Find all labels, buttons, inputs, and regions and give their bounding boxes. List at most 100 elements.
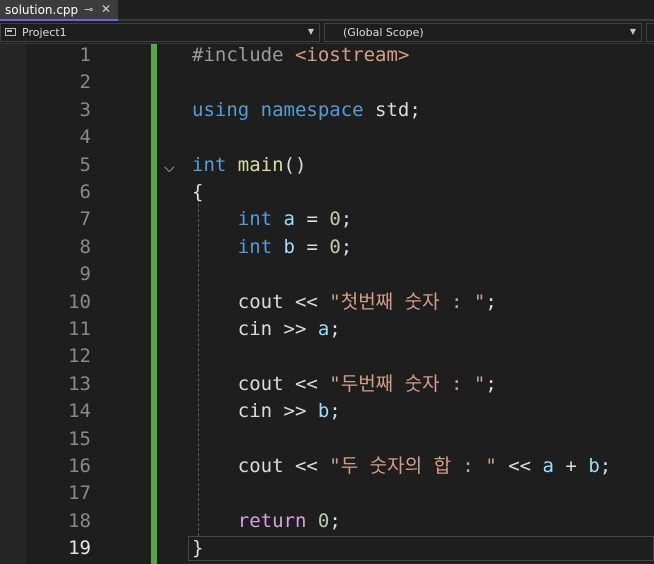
- code-line[interactable]: 4: [0, 124, 654, 151]
- line-number: 14: [68, 400, 91, 423]
- code-token-keyword: using: [192, 98, 250, 121]
- code-token-string: <iostream>: [294, 44, 410, 66]
- code-line[interactable]: 9: [0, 261, 654, 288]
- code-token-keyword: namespace: [260, 98, 364, 121]
- code-line[interactable]: 16 cout << "두 숫자의 합 : " << a + b;: [0, 453, 654, 480]
- code-line[interactable]: 2: [0, 69, 654, 96]
- code-line[interactable]: 15: [0, 426, 654, 453]
- code-line[interactable]: 5 int main(): [0, 152, 654, 179]
- code-token-text: cout <<: [192, 455, 330, 477]
- tab-solution-cpp[interactable]: solution.cpp ⊸ ✕: [0, 0, 118, 21]
- code-text: }: [192, 535, 203, 562]
- line-number: 9: [79, 263, 91, 286]
- line-number: 7: [79, 208, 91, 231]
- code-text: {: [192, 179, 203, 206]
- line-number: 3: [79, 98, 91, 121]
- line-number: 19: [68, 537, 91, 560]
- code-token-text: ;: [329, 318, 341, 340]
- line-number: 6: [79, 181, 91, 203]
- close-icon[interactable]: ✕: [101, 2, 111, 16]
- tab-label: solution.cpp: [5, 3, 79, 17]
- member-dropdown[interactable]: [646, 23, 654, 42]
- project-name: Project1: [22, 26, 67, 39]
- code-token-text: ;: [340, 208, 353, 231]
- code-text: return 0;: [192, 508, 341, 535]
- line-number: 8: [79, 235, 91, 258]
- code-text: cout << "두 숫자의 합 : " << a + b;: [192, 453, 611, 480]
- code-token-text: cin >>: [192, 318, 318, 340]
- code-line[interactable]: 1 #include <iostream>: [0, 44, 654, 69]
- code-token-variable: b: [283, 235, 295, 258]
- project-icon: [5, 28, 16, 36]
- code-token-text: cout <<: [192, 290, 330, 313]
- chevron-down-icon: ▼: [629, 27, 636, 36]
- scope-name: (Global Scope): [343, 26, 424, 39]
- line-number: 1: [79, 44, 91, 66]
- code-line[interactable]: 12: [0, 343, 654, 370]
- line-number: 10: [68, 290, 91, 313]
- code-token-keyword: int: [237, 235, 273, 258]
- code-line[interactable]: 6{: [0, 179, 654, 206]
- code-token-text: <<: [496, 455, 543, 477]
- code-token-text: cout <<: [192, 372, 330, 395]
- code-token-variable: b: [588, 455, 600, 477]
- code-token-string: "두번째 숫자 : ": [329, 372, 486, 395]
- code-line[interactable]: 17: [0, 480, 654, 507]
- line-number: 18: [68, 509, 91, 532]
- pin-icon[interactable]: ⊸: [84, 3, 93, 16]
- code-token-string: "첫번째 숫자 : ": [329, 290, 486, 313]
- line-number: 5: [79, 153, 91, 176]
- line-number: 15: [68, 427, 91, 450]
- code-token-text: ;: [340, 235, 353, 258]
- code-line[interactable]: 14 cin >> b;: [0, 398, 654, 425]
- scope-dropdown[interactable]: (Global Scope) ▼: [324, 23, 642, 42]
- code-token-text: ;: [485, 290, 497, 313]
- code-token-variable: b: [317, 400, 330, 423]
- code-token-text: cin >>: [192, 400, 318, 423]
- code-line[interactable]: 18 return 0;: [0, 508, 654, 535]
- code-token-text: ;: [329, 509, 341, 532]
- code-token-number: 0: [317, 509, 330, 532]
- code-token-text: }: [192, 537, 204, 560]
- code-token-keyword: int: [237, 208, 273, 231]
- line-number: 2: [79, 71, 91, 94]
- project-dropdown[interactable]: Project1 ▼: [0, 23, 320, 42]
- code-token-string: "두 숫자의 합 : ": [329, 455, 497, 477]
- code-token-number: 0: [329, 235, 341, 258]
- code-line[interactable]: 19}: [0, 535, 654, 562]
- code-text: cout << "첫번째 숫자 : ";: [192, 289, 497, 316]
- code-token-text: =: [295, 235, 330, 258]
- code-text: using namespace std;: [192, 97, 421, 124]
- code-line[interactable]: 3 using namespace std;: [0, 97, 654, 124]
- code-token-text: ;: [599, 455, 612, 477]
- code-text: int b = 0;: [192, 234, 352, 261]
- code-text: cin >> a;: [192, 316, 341, 343]
- code-text: cout << "두번째 숫자 : ";: [192, 371, 497, 398]
- code-token-include: #include: [192, 44, 295, 66]
- code-line[interactable]: 8 int b = 0;: [0, 234, 654, 261]
- code-line[interactable]: 11 cin >> a;: [0, 316, 654, 343]
- code-line[interactable]: 7 int a = 0;: [0, 206, 654, 233]
- code-token-variable: a: [283, 208, 295, 231]
- code-token-text: std;: [363, 98, 421, 121]
- code-token-text: =: [295, 208, 330, 231]
- code-token-text: +: [553, 455, 589, 477]
- chevron-down-icon: ▼: [307, 27, 314, 36]
- code-editor[interactable]: ⌵ 1 #include <iostream> 2 3 using namespace …: [0, 44, 654, 564]
- code-line[interactable]: 13 cout << "두번째 숫자 : ";: [0, 371, 654, 398]
- line-number: 13: [68, 372, 91, 395]
- code-token-text: ;: [485, 372, 497, 395]
- code-text: #include <iostream>: [192, 44, 409, 69]
- code-token-control: return: [237, 509, 307, 532]
- code-token-variable: a: [542, 455, 554, 477]
- line-number: 11: [68, 318, 91, 340]
- code-token-keyword: int: [192, 153, 227, 176]
- code-line[interactable]: 10 cout << "첫번째 숫자 : ";: [0, 289, 654, 316]
